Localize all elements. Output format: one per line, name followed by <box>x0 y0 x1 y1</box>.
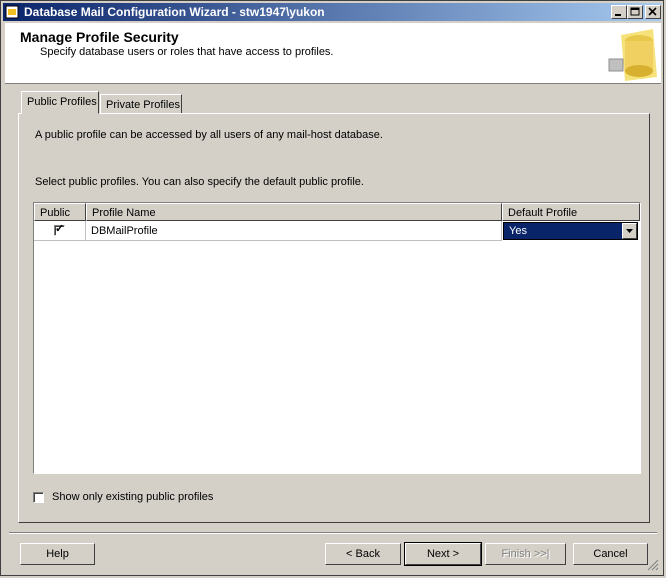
public-checkbox[interactable]: ✓ <box>54 223 65 236</box>
table-row[interactable]: ✓ DBMailProfile Yes <box>34 221 640 241</box>
button-separator <box>9 532 657 534</box>
check-mark-icon: ✓ <box>55 223 65 235</box>
window-title: Database Mail Configuration Wizard - stw… <box>24 5 325 19</box>
profiles-grid[interactable]: Public Profile Name Default Profile ✓ DB… <box>33 202 641 474</box>
default-profile-value: Yes <box>509 225 527 237</box>
minimize-icon <box>615 14 621 16</box>
finish-button[interactable]: Finish >>| <box>485 543 566 565</box>
next-button[interactable]: Next > <box>404 542 482 566</box>
tab-private-profiles[interactable]: Private Profiles <box>100 94 182 114</box>
public-profile-description: A public profile can be accessed by all … <box>35 129 383 141</box>
show-existing-checkbox[interactable] <box>33 492 44 503</box>
grid-header: Public Profile Name Default Profile <box>34 203 640 221</box>
back-button[interactable]: < Back <box>325 543 401 565</box>
profile-name-cell[interactable]: DBMailProfile <box>86 221 502 241</box>
public-profile-instruction: Select public profiles. You can also spe… <box>35 176 364 188</box>
maximize-icon <box>630 7 640 16</box>
help-button[interactable]: Help <box>20 543 95 565</box>
close-button[interactable] <box>645 5 661 19</box>
column-header-public[interactable]: Public <box>34 203 86 221</box>
title-bar[interactable]: Database Mail Configuration Wizard - stw… <box>3 3 661 21</box>
page-title: Manage Profile Security <box>20 29 179 45</box>
close-icon <box>648 7 657 16</box>
dropdown-arrow-icon <box>626 229 633 233</box>
minimize-button[interactable] <box>611 5 627 19</box>
tab-panel: A public profile can be accessed by all … <box>18 113 650 523</box>
database-logo-icon <box>601 23 661 83</box>
default-profile-dropdown-button[interactable] <box>622 223 637 239</box>
wizard-header: Manage Profile Security Specify database… <box>5 23 661 84</box>
app-icon <box>5 5 19 19</box>
column-header-default-profile[interactable]: Default Profile <box>502 203 640 221</box>
wizard-window: Database Mail Configuration Wizard - stw… <box>0 0 664 576</box>
size-grip-icon[interactable] <box>647 559 659 571</box>
cancel-button[interactable]: Cancel <box>573 543 648 565</box>
show-existing-label[interactable]: Show only existing public profiles <box>52 491 213 503</box>
maximize-button[interactable] <box>627 5 643 19</box>
tab-public-profiles[interactable]: Public Profiles <box>21 91 99 114</box>
public-cell: ✓ <box>34 221 86 241</box>
default-profile-select[interactable]: Yes <box>503 222 638 240</box>
page-subtitle: Specify database users or roles that hav… <box>40 46 334 58</box>
column-header-profile-name[interactable]: Profile Name <box>86 203 502 221</box>
